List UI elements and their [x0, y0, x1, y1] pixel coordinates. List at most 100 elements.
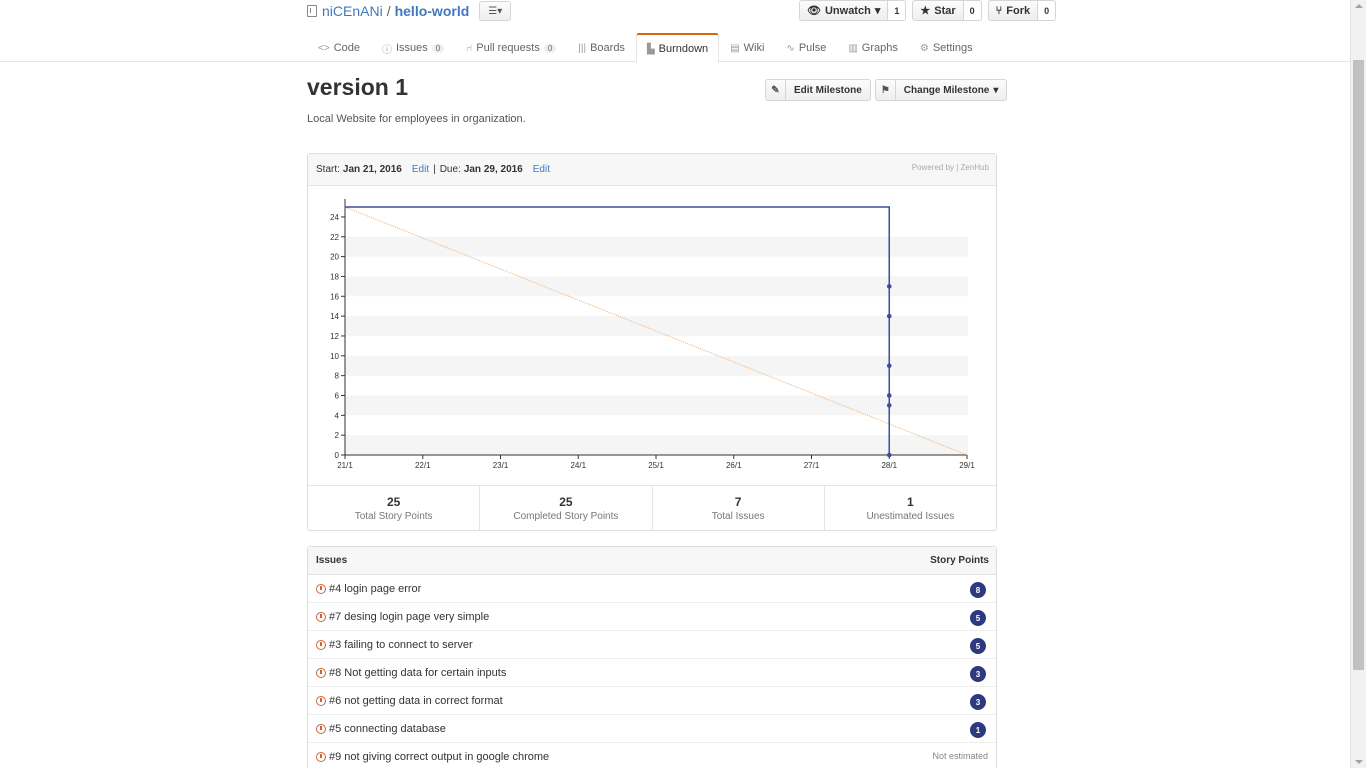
stat-value: 1: [907, 495, 914, 509]
x-tick-label: 28/1: [881, 461, 897, 470]
change-milestone-text: Change Milestone: [903, 84, 990, 96]
issue-row[interactable]: #8 Not getting data for certain inputs 3: [308, 659, 996, 687]
fork-button[interactable]: ⑂ Fork: [987, 0, 1039, 21]
burndown-icon: ▙: [646, 43, 655, 55]
tab-issues[interactable]: ⓘ Issues 0: [371, 33, 455, 62]
star-button[interactable]: ★ Star: [912, 0, 964, 21]
burndown-point: [886, 393, 892, 398]
watch-action: 👁 Unwatch ▾ 1: [799, 0, 907, 21]
star-count[interactable]: 0: [963, 0, 982, 21]
scrollbar-thumb[interactable]: [1353, 60, 1364, 670]
grid-band: [345, 435, 968, 455]
issue-opened-icon: [316, 583, 326, 594]
tab-counter: 0: [431, 43, 445, 53]
edit-due-link[interactable]: Edit: [533, 164, 550, 175]
milestone-description: Local Website for employees in organizat…: [307, 113, 526, 125]
change-milestone-button[interactable]: ⚑ Change Milestone ▾: [874, 79, 1008, 101]
issue-title-link[interactable]: #5 connecting database: [329, 723, 446, 735]
issue-row[interactable]: #3 failing to connect to server 5: [308, 631, 996, 659]
path-separator: /: [386, 3, 391, 19]
vertical-scrollbar[interactable]: [1350, 0, 1366, 768]
issue-title-link[interactable]: #8 Not getting data for certain inputs: [329, 667, 506, 679]
tab-settings[interactable]: ⚙ Settings: [909, 33, 984, 62]
tab-label: Settings: [932, 42, 973, 54]
tab-counter: 0: [543, 43, 557, 53]
repo-owner-link[interactable]: niCEnANi: [322, 3, 383, 19]
x-tick-label: 25/1: [648, 461, 664, 470]
not-estimated-label: Not estimated: [932, 751, 988, 761]
tab-boards[interactable]: ||| Boards: [567, 33, 636, 62]
issues-column-header: Issues: [316, 555, 348, 566]
story-points-badge: 5: [970, 638, 986, 654]
issue-title-link[interactable]: #4 login page error: [329, 583, 421, 595]
scroll-up-arrow-icon[interactable]: [1355, 4, 1363, 8]
y-tick-label: 18: [330, 272, 339, 281]
issue-title-link[interactable]: #9 not giving correct output in google c…: [329, 751, 549, 763]
tab-wiki[interactable]: ▤ Wiki: [719, 33, 775, 62]
x-tick-label: 21/1: [337, 461, 353, 470]
issue-row[interactable]: #6 not getting data in correct format 3: [308, 687, 996, 715]
tab-code[interactable]: <> Code: [307, 33, 371, 62]
burndown-chart: 02468101214161820222421/1 22/1 23/1 24/1 25/…: [330, 199, 975, 470]
start-date: Jan 21, 2016: [342, 164, 402, 175]
tab-label: Issues: [395, 42, 428, 54]
tab-label: Boards: [590, 42, 625, 54]
issue-row[interactable]: #4 login page error 8: [308, 575, 996, 603]
tab-label: Burndown: [658, 43, 709, 55]
edit-start-link[interactable]: Edit: [412, 164, 429, 175]
story-points-column-header: Story Points: [930, 555, 989, 566]
stat-label: Total Issues: [711, 511, 765, 522]
y-tick-label: 8: [335, 372, 340, 381]
page: niCEnANi / hello-world ☰▾ 👁 Unwatch ▾ 1 …: [0, 0, 1366, 768]
stat-value: 7: [734, 495, 742, 509]
repo-name-link[interactable]: hello-world: [395, 3, 470, 19]
date-separator: |: [433, 164, 436, 175]
y-tick-label: 20: [330, 253, 339, 262]
code-icon: <>: [318, 42, 330, 54]
issue-row[interactable]: #5 connecting database 1: [308, 715, 996, 743]
issue-title-link[interactable]: #6 not getting data in correct format: [329, 695, 503, 707]
tab-burndown[interactable]: ▙ Burndown: [635, 33, 720, 63]
milestone-title: version 1: [307, 74, 408, 100]
issue-row[interactable]: #7 desing login page very simple 5: [308, 603, 996, 631]
burndown-header: Start: Jan 21, 2016 Edit | Due: Jan 29, …: [308, 154, 996, 186]
tab-graphs[interactable]: ▥ Graphs: [837, 33, 909, 62]
tab-label: Pull requests: [476, 42, 540, 54]
x-tick-label: 23/1: [493, 461, 509, 470]
y-tick-label: 10: [330, 352, 339, 361]
repo-header: niCEnANi / hello-world ☰▾ 👁 Unwatch ▾ 1 …: [0, 0, 1350, 63]
stat-total-story-points: 25 Total Story Points: [308, 486, 481, 531]
eye-icon: 👁: [807, 5, 821, 17]
due-date: Jan 29, 2016: [463, 164, 523, 175]
tab-pull-requests[interactable]: ⑁ Pull requests 0: [455, 33, 567, 62]
stats-row: 25 Total Story Points 25 Completed Story…: [308, 485, 996, 531]
scroll-down-arrow-icon[interactable]: [1355, 760, 1363, 764]
burndown-panel: Start: Jan 21, 2016 Edit | Due: Jan 29, …: [307, 153, 997, 531]
x-tick-label: 26/1: [726, 461, 742, 470]
star-icon: ★: [920, 5, 931, 17]
issue-title-link[interactable]: #3 failing to connect to server: [329, 639, 473, 651]
change-milestone-label: Change Milestone ▾: [896, 80, 1007, 100]
burndown-point: [886, 403, 892, 408]
repo-menu-button[interactable]: ☰▾: [479, 1, 512, 21]
pencil-icon: ✎: [766, 80, 786, 100]
grid-band: [345, 236, 968, 257]
issue-opened-icon: [316, 667, 326, 678]
watch-count[interactable]: 1: [888, 0, 907, 21]
star-label: Star: [934, 4, 956, 17]
fork-count[interactable]: 0: [1038, 0, 1057, 21]
tab-pulse[interactable]: ∿ Pulse: [775, 33, 837, 62]
issue-title-link[interactable]: #7 desing login page very simple: [329, 611, 489, 623]
y-tick-label: 6: [335, 391, 340, 400]
caret-down-icon: ▾: [993, 84, 999, 96]
y-tick-label: 16: [330, 292, 339, 301]
stat-value: 25: [386, 495, 401, 509]
story-points-badge: 5: [970, 610, 986, 626]
stat-total-issues: 7 Total Issues: [653, 486, 825, 531]
pull-request-icon: ⑁: [466, 42, 473, 54]
unwatch-button[interactable]: 👁 Unwatch ▾: [799, 0, 889, 21]
burndown-point: [886, 452, 892, 458]
issue-row[interactable]: #9 not giving correct output in google c…: [308, 743, 996, 768]
pulse-icon: ∿: [786, 42, 795, 54]
edit-milestone-button[interactable]: ✎ Edit Milestone: [765, 79, 871, 101]
